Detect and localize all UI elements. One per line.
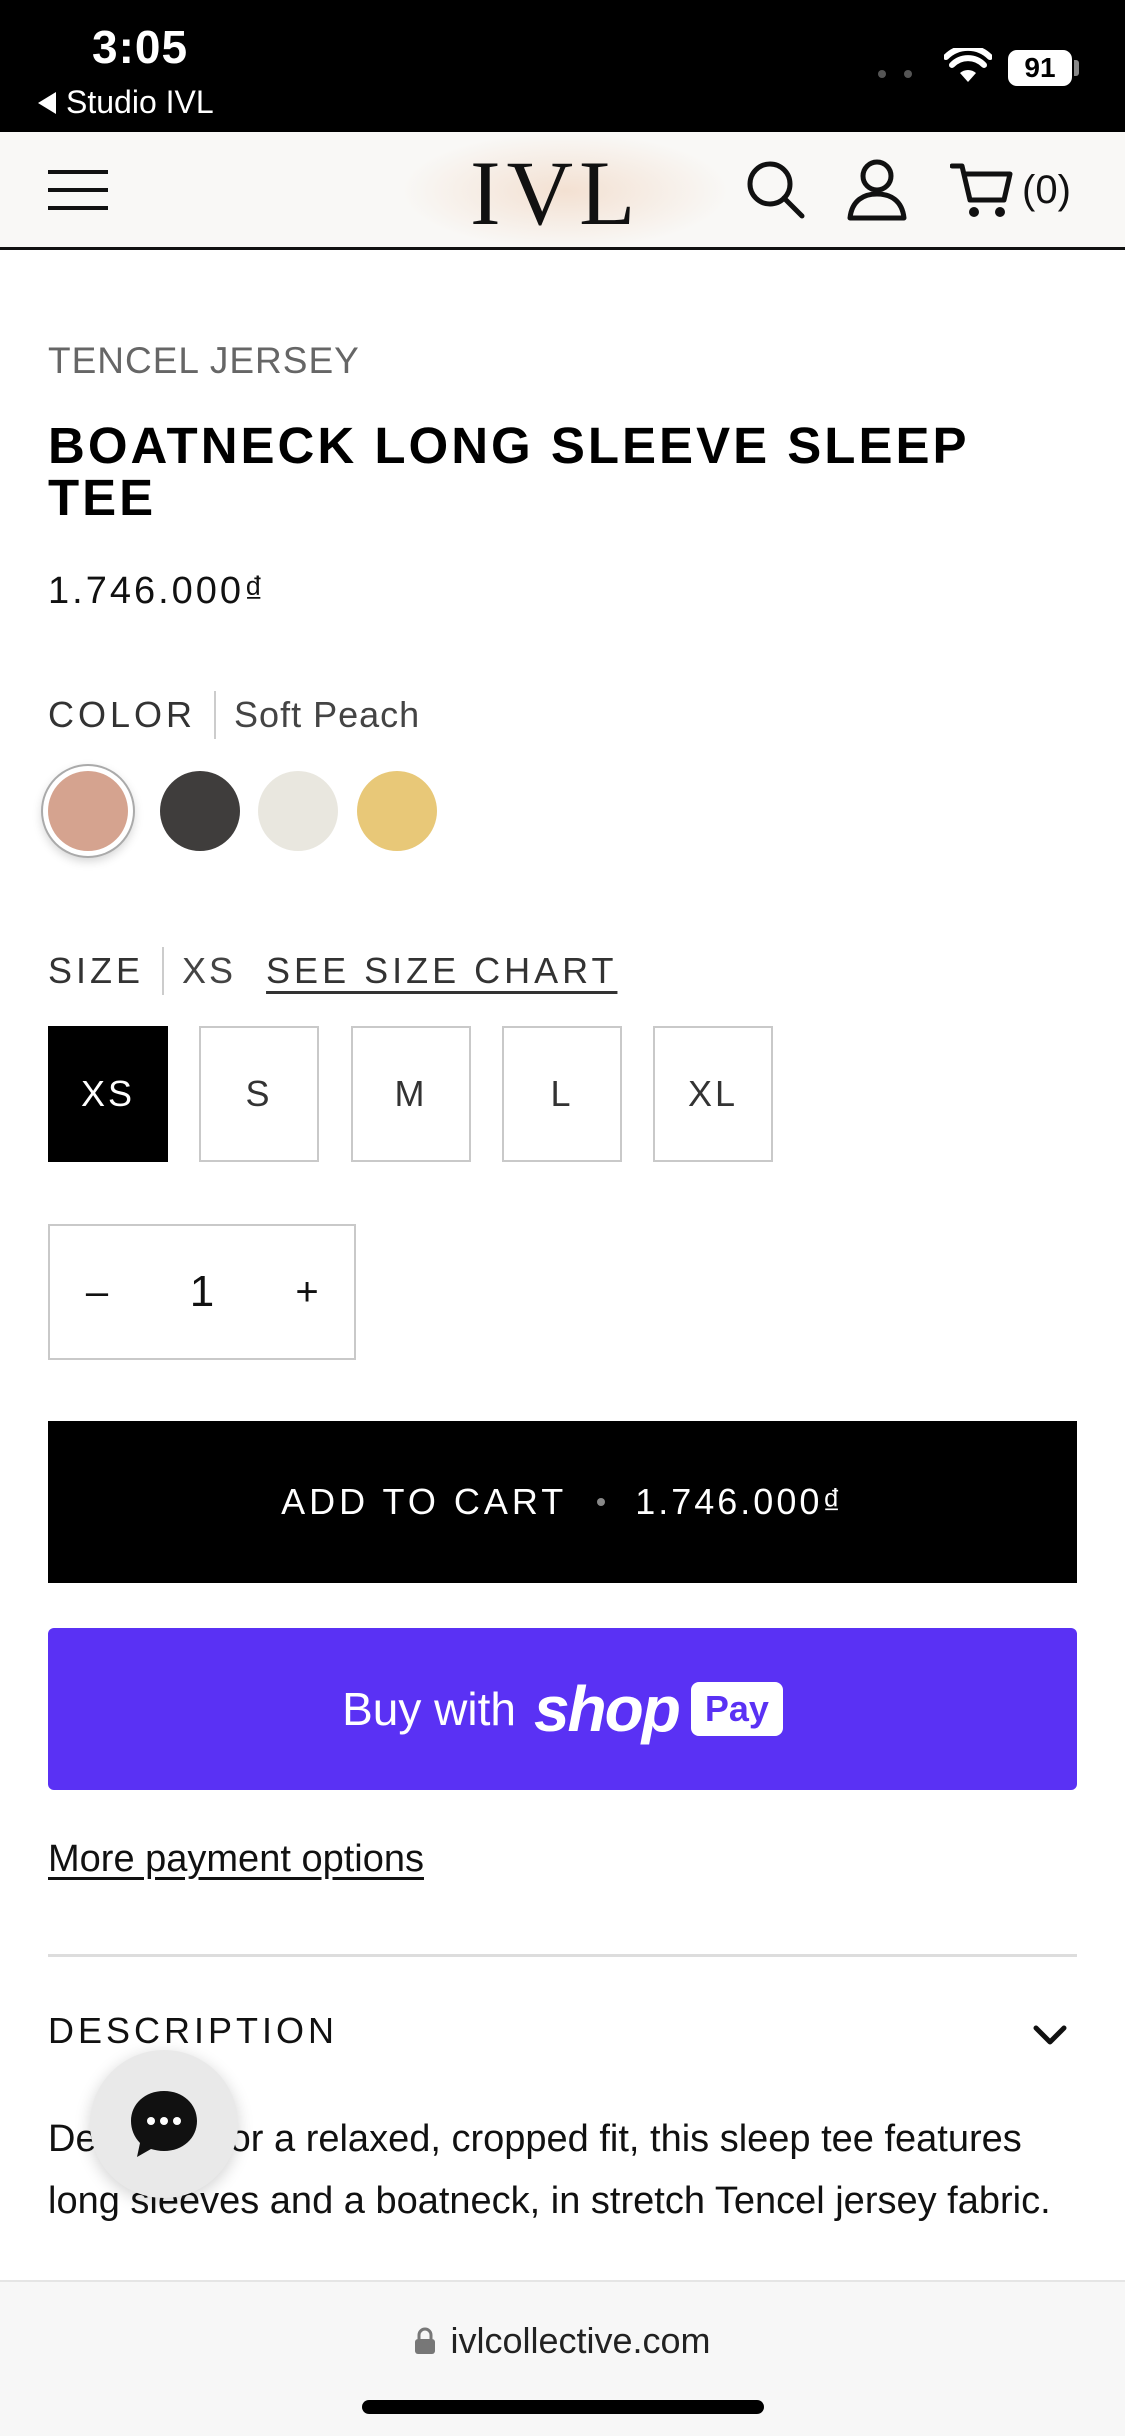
divider [214,691,217,739]
wifi-icon [944,48,992,82]
size-button-s[interactable]: S [199,1026,319,1162]
product-title: BOATNECK LONG SLEEVE SLEEP TEE [48,417,969,526]
swatch-soft-peach[interactable] [48,771,128,851]
add-to-cart-button[interactable]: ADD TO CART 1.746.000₫ [48,1421,1077,1583]
cart-icon[interactable] [950,160,1016,222]
status-bar: 3:05 Studio IVL 91 [0,0,1125,132]
shop-pay-button[interactable]: Buy with shop Pay [48,1628,1077,1790]
brand-logo[interactable]: IVL [470,140,641,246]
separator-dot [597,1498,606,1506]
search-icon[interactable] [742,156,808,222]
quantity-stepper: – 1 + [48,1224,356,1360]
status-time: 3:05 [92,21,189,73]
back-arrow-icon [38,91,56,114]
chevron-down-icon[interactable] [1030,2020,1070,2050]
shop-pay-prefix: Buy with [342,1683,516,1735]
account-icon[interactable] [844,156,910,222]
product-category: TENCEL JERSEY [48,340,360,381]
back-to-app-link[interactable]: Studio IVL [38,84,214,121]
description-heading[interactable]: DESCRIPTION [48,2010,338,2052]
quantity-value[interactable]: 1 [144,1267,260,1317]
size-button-xs[interactable]: XS [48,1026,168,1162]
quantity-decrease-button[interactable]: – [50,1226,144,1358]
section-divider [48,1954,1077,1957]
more-payment-options-link[interactable]: More payment options [48,1838,424,1881]
selected-size: XS [182,950,237,991]
size-option-row: SIZE XS SEE SIZE CHART [48,946,617,996]
menu-icon[interactable] [48,170,108,210]
size-chart-link[interactable]: SEE SIZE CHART [266,950,617,992]
address-bar[interactable]: ivlcollective.com [0,2320,1125,2362]
url-text: ivlcollective.com [450,2320,711,2361]
swatch-charcoal[interactable] [160,771,240,851]
color-option-row: COLOR Soft Peach [48,690,420,740]
cart-count[interactable]: (0) [1022,168,1071,213]
back-app-label: Studio IVL [66,84,214,120]
battery-level: 91 [1008,50,1072,86]
chat-icon [131,2091,197,2157]
quantity-increase-button[interactable]: + [260,1226,354,1358]
color-label: COLOR [48,694,197,735]
size-button-m[interactable]: M [351,1026,471,1162]
divider [162,947,165,995]
browser-bottom-bar: ivlcollective.com [0,2280,1125,2436]
battery-nub [1074,60,1079,76]
add-to-cart-price: 1.746.000₫ [635,1481,844,1522]
shop-pay-badge: Pay [690,1682,783,1736]
swatch-butter[interactable] [357,771,437,851]
swatch-ivory[interactable] [258,771,338,851]
product-price: 1.746.000₫ [48,570,267,612]
add-to-cart-label: ADD TO CART [281,1481,568,1522]
shop-pay-logo: shop [533,1673,681,1745]
size-button-xl[interactable]: XL [653,1026,773,1162]
size-label: SIZE [48,950,145,991]
chat-button[interactable] [90,2050,238,2198]
signal-dots-icon [878,70,912,78]
selected-color: Soft Peach [234,694,421,735]
size-button-l[interactable]: L [502,1026,622,1162]
home-indicator [362,2400,764,2414]
lock-icon [415,2327,436,2354]
site-header: IVL (0) [0,132,1125,250]
